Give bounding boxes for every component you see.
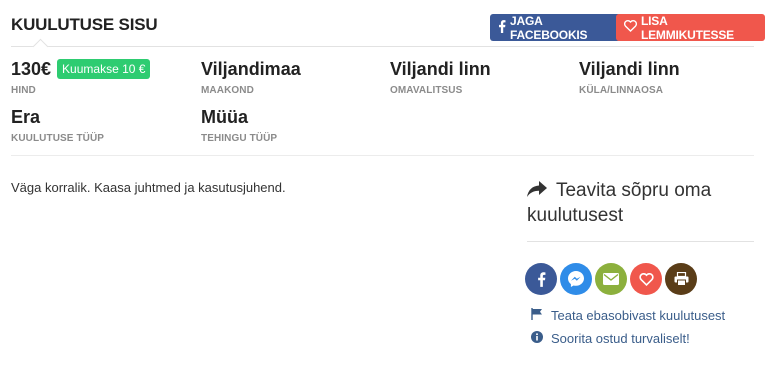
price-label: HIND xyxy=(11,85,36,96)
flag-icon xyxy=(531,308,543,323)
report-listing-label: Teata ebasobivast kuulutusest xyxy=(551,308,726,323)
header-notch xyxy=(32,38,49,55)
deal-type-value: Müüa xyxy=(201,107,248,127)
share-divider xyxy=(527,241,754,242)
add-favorite-button[interactable]: LISA LEMMIKUTESSE xyxy=(616,13,765,42)
municipality-value: Viljandi linn xyxy=(390,59,491,79)
deal-type-label: TEHINGU TÜÜP xyxy=(201,133,278,144)
share-messenger-icon[interactable] xyxy=(560,263,592,295)
village-value: Viljandi linn xyxy=(579,59,680,79)
listing-type-field: Era KUULUTUSE TÜÜP xyxy=(11,106,104,144)
municipality-label: OMAVALITSUS xyxy=(390,85,463,96)
village-label: KÜLA/LINNAOSA xyxy=(579,85,664,96)
listing-type-value: Era xyxy=(11,107,41,127)
share-title: Teavita sõpru oma kuulutusest xyxy=(527,178,727,228)
share-heart-icon[interactable] xyxy=(630,263,662,295)
municipality-field: Viljandi linn OMAVALITSUS xyxy=(390,58,491,96)
content-header: KUULUTUSE SISU JAGA FACEBOOKIS LISA LEMM… xyxy=(11,0,765,55)
add-favorite-label: LISA LEMMIKUTESSE xyxy=(641,13,734,42)
section-title: KUULUTUSE SISU xyxy=(11,15,158,34)
price-field: 130€ Kuumakse 10 € HIND xyxy=(11,58,151,96)
safe-buy-link[interactable]: Soorita ostud turvaliselt! xyxy=(531,331,690,346)
safe-buy-label: Soorita ostud turvaliselt! xyxy=(551,331,690,346)
report-listing-link[interactable]: Teata ebasobivast kuulutusest xyxy=(531,308,725,323)
listing-type-label: KUULUTUSE TÜÜP xyxy=(11,133,105,144)
content-divider xyxy=(11,155,754,156)
monthly-payment-badge[interactable]: Kuumakse 10 € xyxy=(57,59,151,79)
county-value: Viljandimaa xyxy=(201,59,301,79)
deal-type-field: Müüa TEHINGU TÜÜP xyxy=(201,106,277,144)
village-field: Viljandi linn KÜLA/LINNAOSA xyxy=(579,58,680,96)
share-facebook-icon[interactable] xyxy=(525,263,557,295)
share-facebook-label: JAGA FACEBOOKIS xyxy=(510,13,588,42)
share-arrow-icon xyxy=(527,180,556,201)
county-field: Viljandimaa MAAKOND xyxy=(201,58,301,96)
share-print-icon[interactable] xyxy=(665,263,697,295)
heart-outline-icon xyxy=(623,20,638,35)
county-label: MAAKOND xyxy=(201,85,254,96)
price-value: 130€ xyxy=(11,59,52,79)
listing-description: Väga korralik. Kaasa juhtmed ja kasutusj… xyxy=(11,180,286,195)
share-email-icon[interactable] xyxy=(595,263,627,295)
share-facebook-button[interactable]: JAGA FACEBOOKIS xyxy=(490,13,621,42)
facebook-icon xyxy=(498,19,506,36)
info-icon xyxy=(531,331,543,346)
share-icons xyxy=(525,263,697,295)
